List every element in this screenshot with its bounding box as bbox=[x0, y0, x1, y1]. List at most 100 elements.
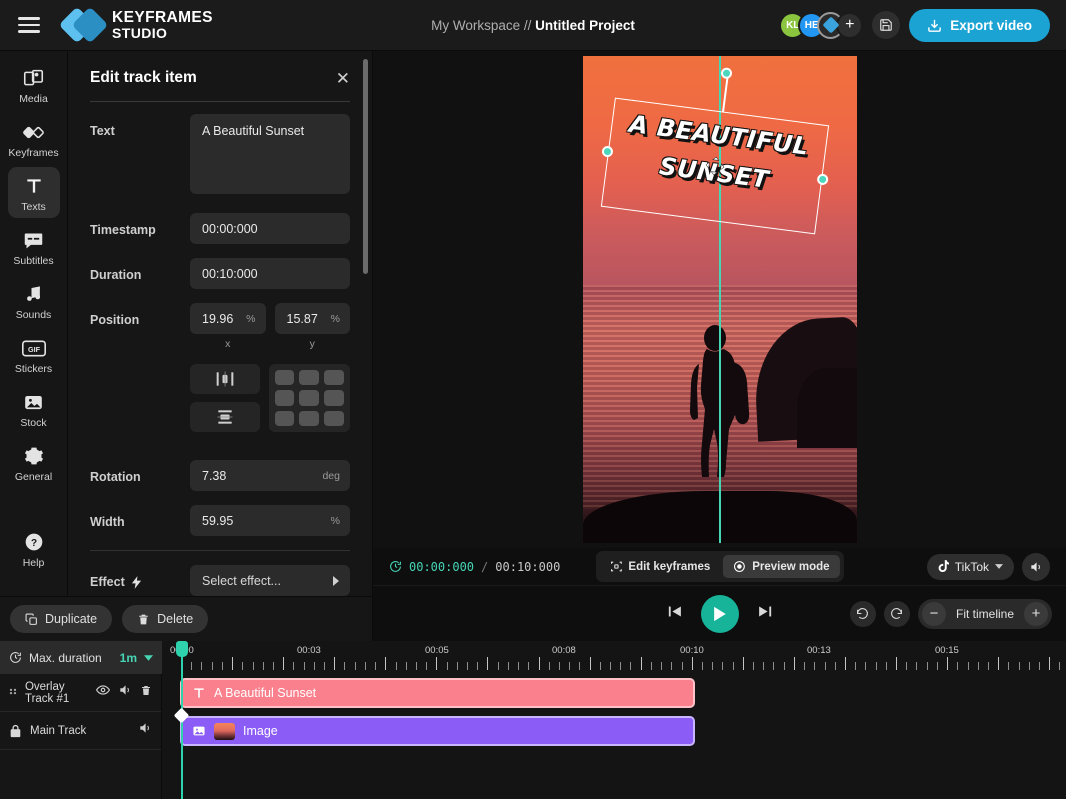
panel-scrollbar[interactable] bbox=[363, 59, 368, 274]
sidebar-item-general[interactable]: General bbox=[8, 437, 60, 488]
ruler-tick bbox=[508, 662, 509, 670]
anchor-bottom-center[interactable] bbox=[299, 411, 319, 426]
current-time: 00:00:000 bbox=[409, 560, 474, 574]
ruler-tick bbox=[988, 662, 989, 670]
ruler-tick bbox=[641, 657, 642, 670]
ruler-tick bbox=[855, 662, 856, 670]
track-mute-toggle[interactable] bbox=[138, 721, 152, 740]
project-name[interactable]: Untitled Project bbox=[535, 18, 635, 33]
play-button[interactable] bbox=[701, 595, 739, 633]
skip-next-button[interactable] bbox=[757, 603, 774, 625]
lock-icon bbox=[9, 724, 22, 738]
sidebar-item-texts[interactable]: Texts bbox=[8, 167, 60, 218]
ruler-tick bbox=[191, 662, 192, 670]
timeline-clip-label: A Beautiful Sunset bbox=[214, 686, 316, 700]
sidebar-item-media[interactable]: Media bbox=[8, 59, 60, 110]
hamburger-icon[interactable] bbox=[18, 13, 40, 37]
playhead-ruler[interactable] bbox=[181, 641, 183, 674]
ruler-tick bbox=[620, 662, 621, 670]
max-duration-value: 1m bbox=[120, 651, 137, 665]
volume-button[interactable] bbox=[1022, 553, 1050, 581]
timeline-clip-image[interactable]: Image bbox=[180, 716, 695, 746]
ruler-tick bbox=[467, 662, 468, 670]
skip-previous-button[interactable] bbox=[666, 603, 683, 625]
ruler-tick bbox=[733, 662, 734, 670]
align-horizontal-center-button[interactable] bbox=[190, 364, 260, 394]
brand-name-line2: STUDIO bbox=[112, 26, 213, 40]
ruler-tick bbox=[876, 662, 877, 670]
track-visibility-toggle[interactable] bbox=[96, 683, 110, 702]
ruler-tick bbox=[304, 662, 305, 670]
anchor-top-left[interactable] bbox=[275, 370, 295, 385]
anchor-bottom-right[interactable] bbox=[324, 411, 344, 426]
duration-field-row: Duration bbox=[90, 258, 350, 289]
width-field-row: Width % bbox=[90, 505, 350, 536]
sidebar-item-keyframes[interactable]: Keyframes bbox=[8, 113, 60, 164]
redo-button[interactable] bbox=[884, 601, 910, 627]
text-overlay-selection[interactable]: A BEAUTIFUL SUNSET bbox=[600, 98, 828, 235]
ruler-tick bbox=[712, 662, 713, 670]
anchor-middle-center[interactable] bbox=[299, 390, 319, 405]
sidebar-item-stickers[interactable]: GIF Stickers bbox=[8, 329, 60, 380]
ruler-tick bbox=[498, 662, 499, 670]
ruler-tick bbox=[457, 662, 458, 670]
playhead-knob[interactable] bbox=[176, 641, 188, 657]
track-header-main[interactable]: Main Track bbox=[0, 712, 161, 750]
anchor-top-right[interactable] bbox=[324, 370, 344, 385]
max-duration-selector[interactable]: Max. duration 1m bbox=[0, 641, 162, 674]
rotate-handle[interactable] bbox=[720, 67, 732, 79]
zoom-out-button[interactable]: − bbox=[922, 602, 946, 626]
timestamp-input[interactable] bbox=[190, 213, 350, 244]
image-icon bbox=[192, 724, 206, 738]
video-canvas[interactable]: A BEAUTIFUL SUNSET bbox=[583, 56, 857, 543]
drag-handle-icon[interactable] bbox=[9, 686, 17, 699]
add-collaborator-button[interactable]: + bbox=[836, 12, 863, 39]
sidebar-item-subtitles[interactable]: Subtitles bbox=[8, 221, 60, 272]
close-icon[interactable]: ✕ bbox=[336, 70, 350, 87]
sidebar-item-stock[interactable]: Stock bbox=[8, 383, 60, 434]
align-vertical-center-button[interactable] bbox=[190, 402, 260, 432]
sidebar-item-sounds[interactable]: Sounds bbox=[8, 275, 60, 326]
timeline-tracks-area[interactable]: A Beautiful Sunset Image bbox=[162, 674, 1066, 799]
width-input[interactable] bbox=[190, 505, 350, 536]
platform-select[interactable]: TikTok bbox=[927, 554, 1014, 580]
text-input[interactable]: A Beautiful Sunset bbox=[190, 114, 350, 194]
anchor-middle-right[interactable] bbox=[324, 390, 344, 405]
duplicate-button[interactable]: Duplicate bbox=[10, 605, 112, 633]
anchor-middle-left[interactable] bbox=[275, 390, 295, 405]
delete-button[interactable]: Delete bbox=[122, 605, 208, 633]
total-time: 00:10:000 bbox=[495, 560, 560, 574]
ruler-tick bbox=[825, 662, 826, 670]
duration-input[interactable] bbox=[190, 258, 350, 289]
track-header-overlay-1[interactable]: Overlay Track #1 bbox=[0, 674, 161, 712]
playhead-tracks[interactable] bbox=[181, 674, 183, 799]
timeline-clip-text[interactable]: A Beautiful Sunset bbox=[180, 678, 695, 708]
ruler-tick bbox=[416, 662, 417, 670]
edit-keyframes-button[interactable]: Edit keyframes bbox=[599, 555, 720, 578]
preview-mode-button[interactable]: Preview mode bbox=[723, 555, 839, 578]
fit-timeline-label[interactable]: Fit timeline bbox=[956, 607, 1014, 621]
anchor-grid[interactable] bbox=[269, 364, 351, 432]
anchor-bottom-left[interactable] bbox=[275, 411, 295, 426]
sidebar-item-help[interactable]: ? Help bbox=[8, 523, 60, 574]
export-video-button[interactable]: Export video bbox=[909, 9, 1050, 42]
zoom-in-button[interactable]: + bbox=[1024, 602, 1048, 626]
ruler-tick bbox=[436, 657, 437, 670]
anchor-top-center[interactable] bbox=[299, 370, 319, 385]
music-note-icon bbox=[24, 282, 44, 306]
ruler-tick bbox=[242, 662, 243, 670]
ruler-tick bbox=[477, 662, 478, 670]
undo-button[interactable] bbox=[850, 601, 876, 627]
gear-icon bbox=[24, 444, 44, 468]
undo-icon bbox=[856, 607, 869, 620]
track-mute-toggle[interactable] bbox=[118, 683, 132, 702]
volume-icon bbox=[118, 683, 132, 697]
ruler-tick bbox=[1059, 662, 1060, 670]
ruler-tick bbox=[212, 662, 213, 670]
effect-select[interactable]: Select effect... bbox=[190, 565, 350, 596]
move-handle-icon[interactable] bbox=[703, 155, 725, 177]
timeline-ruler[interactable]: 00:0000:0300:0500:0800:1000:1300:15 bbox=[162, 641, 1066, 674]
text-field-row: Text A Beautiful Sunset bbox=[90, 114, 350, 199]
save-button[interactable] bbox=[872, 11, 900, 39]
track-delete-button[interactable] bbox=[140, 684, 152, 702]
